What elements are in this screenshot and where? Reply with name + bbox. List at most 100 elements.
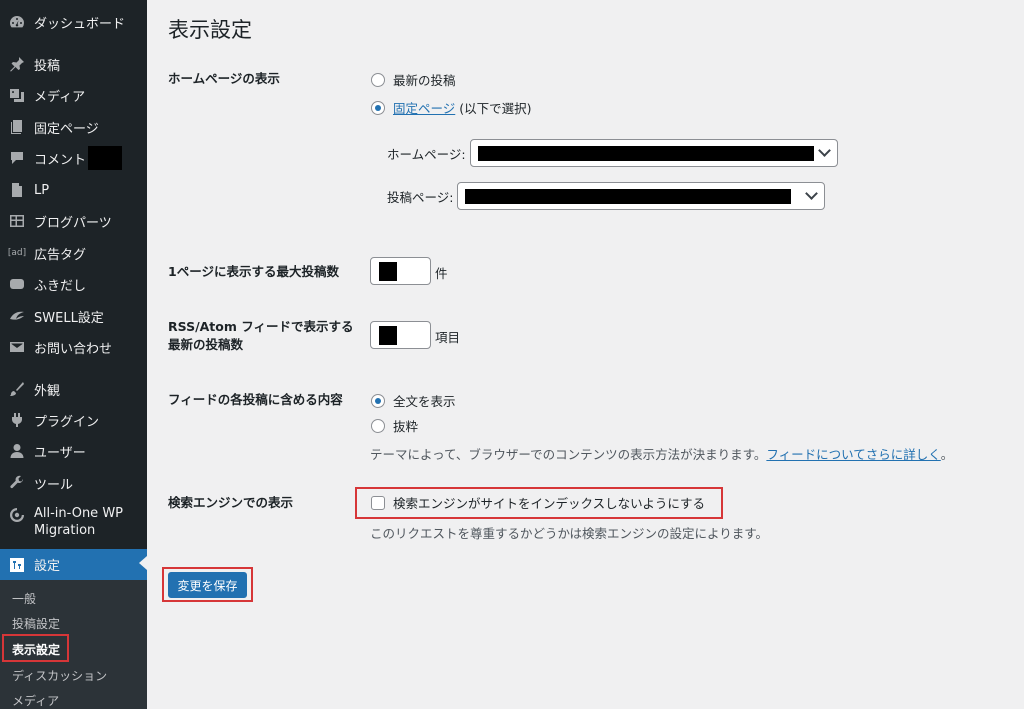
- posts-per-page-input[interactable]: [370, 257, 431, 285]
- feed-desc-text: テーマによって、ブラウザーでのコンテンツの表示方法が決まります。: [370, 447, 767, 462]
- sidebar-item-speech-bubbles[interactable]: ふきだし: [0, 270, 147, 298]
- redacted-value: [478, 146, 814, 161]
- sidebar-item-label: ブログパーツ: [34, 215, 112, 231]
- feed-content-label: フィードの各投稿に含める内容: [168, 392, 343, 407]
- ad-icon: [ad]: [7, 248, 27, 258]
- radio-excerpt[interactable]: 抜粋: [371, 416, 418, 435]
- sidebar-item-label: 投稿: [34, 58, 61, 74]
- radio-label: 抜粋: [393, 419, 419, 434]
- user-icon: [8, 442, 26, 460]
- feed-learn-more-link[interactable]: フィードについてさらに詳しく: [766, 447, 940, 462]
- sidebar-item-label: ダッシュボード: [34, 16, 126, 32]
- settings-icon: [8, 556, 26, 574]
- submenu-item-discussion[interactable]: ディスカッション: [12, 667, 107, 684]
- radio-label: 全文を表示: [393, 394, 456, 409]
- submenu-item-general[interactable]: 一般: [12, 590, 36, 607]
- sidebar-item-label: 固定ページ: [34, 121, 99, 137]
- settings-submenu: 一般 投稿設定 表示設定 ディスカッション メディア: [0, 580, 147, 709]
- sidebar-item-swell-settings[interactable]: SWELL設定: [0, 302, 147, 330]
- sidebar-item-label: 広告タグ: [34, 247, 87, 263]
- sidebar-item-media[interactable]: メディア: [0, 81, 147, 109]
- discourage-search-checkbox-row[interactable]: 検索エンジンがサイトをインデックスしないようにする: [371, 493, 705, 512]
- sidebar-item-posts[interactable]: 投稿: [0, 50, 147, 78]
- sidebar-item-label: ふきだし: [34, 278, 87, 294]
- swell-icon: [8, 307, 26, 325]
- redacted-value: [465, 189, 791, 204]
- dashboard-icon: [8, 13, 26, 31]
- search-engine-description: このリクエストを尊重するかどうかは検索エンジンの設定によります。: [370, 526, 769, 541]
- admin-sidebar: ダッシュボード 投稿 メディア 固定ページ コメント LP ブログパーツ [ad…: [0, 0, 147, 709]
- rss-posts-input[interactable]: [370, 321, 431, 349]
- sidebar-item-label: 設定: [34, 559, 61, 574]
- radio-button[interactable]: [371, 393, 385, 408]
- sidebar-item-label-line2: Migration: [34, 523, 96, 538]
- rss-posts-unit: 項目: [435, 330, 461, 345]
- static-page-link[interactable]: 固定ページ: [393, 98, 455, 117]
- search-engine-label: 検索エンジンでの表示: [168, 495, 294, 510]
- radio-latest-posts[interactable]: 最新の投稿: [371, 70, 456, 89]
- comment-icon: [8, 149, 26, 167]
- sidebar-item-comments[interactable]: コメント: [0, 144, 147, 172]
- homepage-select[interactable]: [470, 139, 838, 167]
- rss-label-line2: 最新の投稿数: [168, 337, 244, 352]
- radio-full-text[interactable]: 全文を表示: [371, 391, 456, 410]
- sidebar-item-label: プラグイン: [34, 414, 100, 430]
- plugin-icon: [8, 411, 26, 429]
- radio-static-page[interactable]: 固定ページ (以下で選択): [371, 98, 532, 117]
- posts-per-page-unit: 件: [435, 266, 448, 281]
- feed-desc-suffix: 。: [940, 447, 954, 462]
- page-icon: [8, 118, 26, 136]
- sidebar-item-plugins[interactable]: プラグイン: [0, 406, 147, 434]
- sidebar-item-label: コメント: [34, 152, 87, 168]
- sidebar-item-contact[interactable]: お問い合わせ: [0, 333, 147, 361]
- sidebar-item-label: All-in-One WP: [34, 506, 124, 521]
- radio-button[interactable]: [371, 100, 385, 115]
- radio-button[interactable]: [371, 72, 385, 87]
- page-title: 表示設定: [168, 18, 252, 42]
- checkbox-label: 検索エンジンがサイトをインデックスしないようにする: [393, 496, 706, 511]
- wrench-icon: [8, 474, 26, 492]
- rss-label-line1: RSS/Atom フィードで表示する: [168, 319, 354, 334]
- radio-suffix: (以下で選択): [455, 101, 532, 116]
- radio-label: 最新の投稿: [393, 73, 456, 88]
- radio-button[interactable]: [371, 418, 385, 433]
- layout-icon: [8, 212, 26, 230]
- sidebar-item-blog-parts[interactable]: ブログパーツ: [0, 207, 147, 235]
- sidebar-item-appearance[interactable]: 外観: [0, 375, 147, 403]
- submenu-item-writing[interactable]: 投稿設定: [12, 615, 60, 632]
- sidebar-item-label: ユーザー: [34, 445, 86, 461]
- sidebar-item-label: SWELL設定: [34, 310, 104, 326]
- main-content: 表示設定 ホームページの表示 最新の投稿 固定ページ (以下で選択) ホームペー…: [147, 0, 1024, 709]
- sidebar-item-users[interactable]: ユーザー: [0, 437, 147, 465]
- submenu-item-reading[interactable]: 表示設定: [12, 641, 60, 658]
- sidebar-item-label: お問い合わせ: [34, 341, 113, 357]
- save-button[interactable]: 変更を保存: [168, 572, 247, 598]
- sidebar-item-migration[interactable]: All-in-One WP Migration: [0, 505, 147, 541]
- mail-icon: [8, 338, 26, 356]
- redacted-value: [379, 326, 397, 345]
- sidebar-item-tools[interactable]: ツール: [0, 469, 147, 497]
- feed-description: テーマによって、ブラウザーでのコンテンツの表示方法が決まります。フィードについて…: [370, 444, 953, 463]
- sidebar-item-pages[interactable]: 固定ページ: [0, 113, 147, 141]
- posts-page-select-label: 投稿ページ:: [387, 190, 454, 205]
- sidebar-item-label-wrap: All-in-One WP Migration: [34, 505, 123, 539]
- pin-icon: [8, 55, 26, 73]
- sidebar-item-dashboard[interactable]: ダッシュボード: [0, 8, 147, 36]
- discourage-search-checkbox[interactable]: [371, 495, 385, 510]
- homepage-select-label: ホームページ:: [387, 147, 466, 162]
- sidebar-item-label: メディア: [34, 89, 86, 105]
- comment-count-redacted: [88, 146, 123, 170]
- posts-page-select[interactable]: [457, 182, 825, 210]
- brush-icon: [8, 380, 26, 398]
- rss-posts-label: RSS/Atom フィードで表示する 最新の投稿数: [168, 318, 358, 354]
- sidebar-item-ad-tags[interactable]: [ad] 広告タグ: [0, 239, 147, 267]
- media-icon: [8, 86, 26, 104]
- document-icon: [8, 181, 26, 199]
- migration-icon: [8, 506, 26, 524]
- sidebar-item-label: 外観: [34, 383, 61, 399]
- submenu-item-media[interactable]: メディア: [12, 692, 59, 709]
- chevron-down-icon: [818, 144, 831, 157]
- sidebar-item-settings[interactable]: 設定: [0, 549, 147, 580]
- homepage-display-label: ホームページの表示: [168, 71, 280, 86]
- sidebar-item-lp[interactable]: LP: [0, 176, 147, 204]
